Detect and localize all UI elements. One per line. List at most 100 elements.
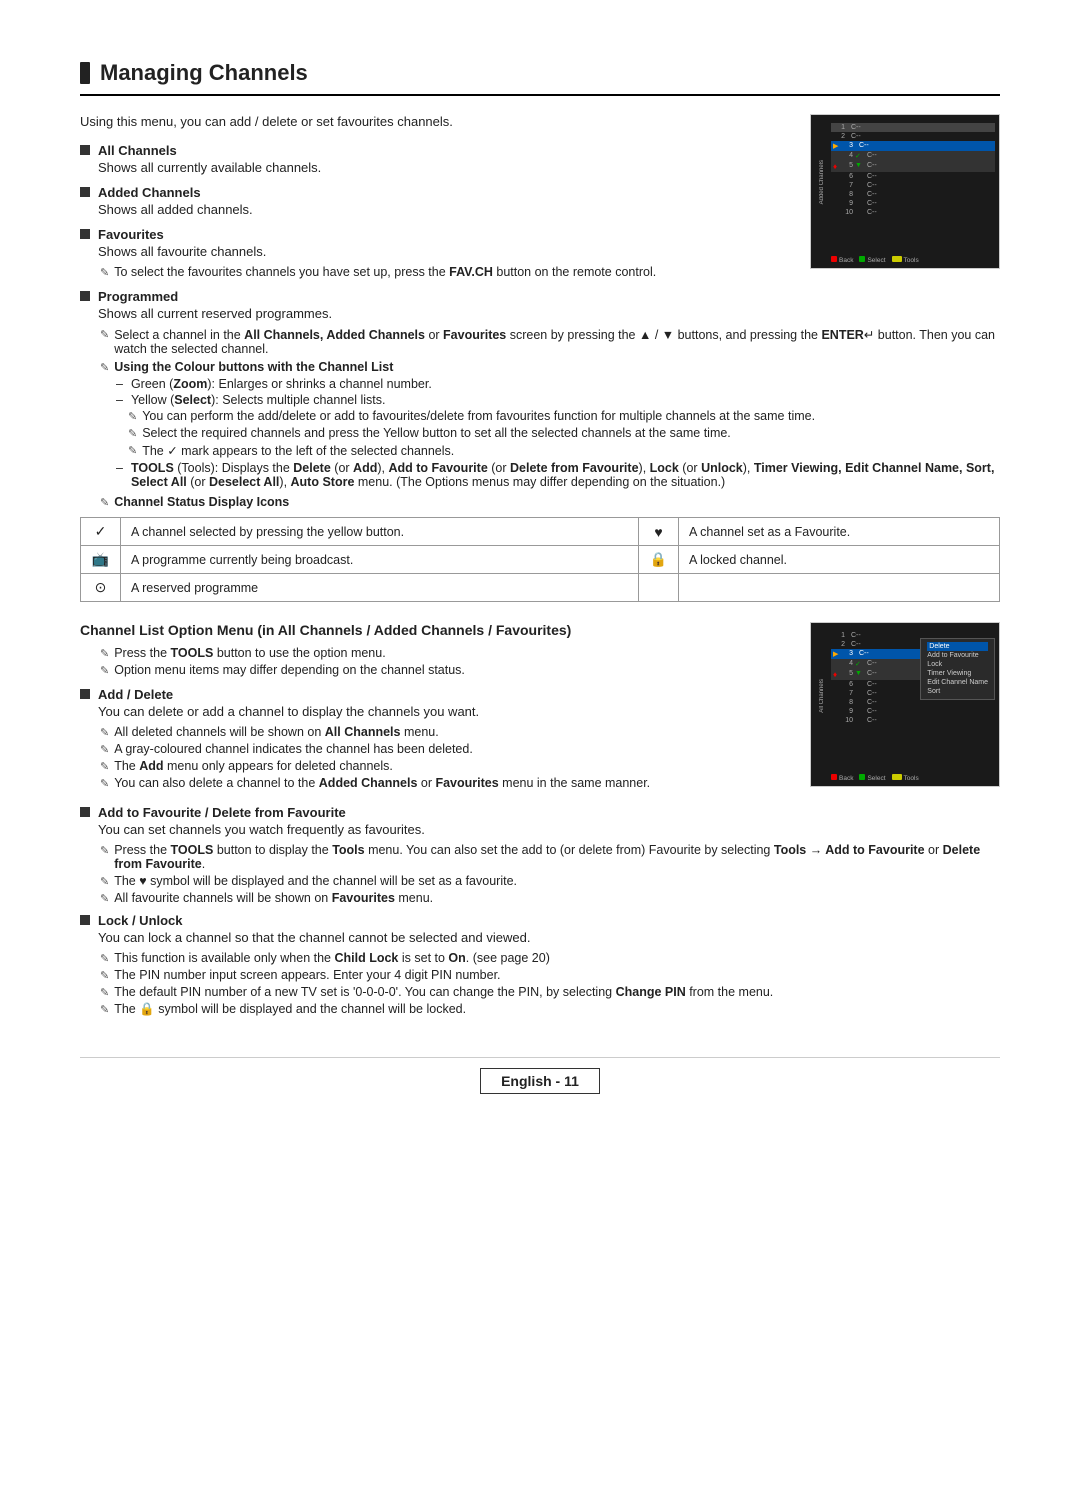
dash-yellow-text: Yellow (Select): Selects multiple channe… [131, 393, 386, 407]
yellow-note-text1: You can perform the add/delete or add to… [142, 409, 815, 423]
af-note-text3: All favourite channels will be shown on … [114, 891, 433, 905]
note-icon-ad1: ✎ [100, 726, 109, 739]
note-icon-colour: ✎ [100, 361, 109, 374]
tv1-ch-row-2: 2C-- [831, 132, 995, 141]
page-title: Managing Channels [80, 60, 1000, 96]
channel-status-header: ✎ Channel Status Display Icons [100, 495, 1000, 509]
page-container: Managing Channels Added Channels 1C-- 2C… [80, 60, 1000, 1094]
channel-status-title: Channel Status Display Icons [114, 495, 289, 509]
tv2-row-3-selected: ▶3C-- [831, 649, 923, 659]
af-note-text2: The ♥ symbol will be displayed and the c… [114, 874, 517, 888]
ad-note-text2: A gray-coloured channel indicates the ch… [114, 742, 473, 756]
prog-note-1: ✎ Select a channel in the All Channels, … [100, 327, 1000, 356]
page-label: English - 11 [480, 1068, 600, 1094]
status-desc-lock: A locked channel. [679, 546, 1000, 574]
tv2-row-5: ♦5▼C-- [831, 669, 923, 680]
tv2-row-1: 1C-- [831, 631, 923, 640]
lu-note-text3: The default PIN number of a new TV set i… [114, 985, 773, 999]
note-icon-ad4: ✎ [100, 777, 109, 790]
tv2-row-9: 9C-- [831, 707, 923, 716]
status-icon-clock: ⊙ [81, 574, 121, 602]
lock-unlock-icon [80, 915, 90, 925]
note-icon-y2: ✎ [128, 427, 137, 440]
yellow-note-text3: The ✓ mark appears to the left of the se… [142, 443, 454, 458]
status-empty-2 [679, 574, 1000, 602]
menu-item-delete: Delete [927, 642, 988, 651]
lock-unlock-header: Lock / Unlock [80, 913, 1000, 928]
menu-item-sort: Sort [927, 687, 988, 696]
menu-item-edit: Edit Channel Name [927, 678, 988, 687]
tv2-row-2: 2C-- [831, 640, 923, 649]
note-icon-ad3: ✎ [100, 760, 109, 773]
added-channels-header: Added Channels [80, 185, 790, 200]
tv1-ch-row-6: 6C-- [831, 172, 995, 181]
status-icon-tv: 📺 [81, 546, 121, 574]
status-icon-heart: ♥ [639, 518, 679, 546]
lu-note-4: ✎ The 🔒 symbol will be displayed and the… [100, 1002, 1000, 1017]
tv1-ch-row-4: 4✓C-- [831, 151, 995, 161]
status-desc-tv: A programme currently being broadcast. [121, 546, 639, 574]
lu-note-3: ✎ The default PIN number of a new TV set… [100, 985, 1000, 999]
lock-unlock-desc: You can lock a channel so that the chann… [98, 930, 1000, 945]
af-note-1: ✎ Press the TOOLS button to display the … [100, 843, 1000, 871]
tv2-row-7: 7C-- [831, 689, 923, 698]
tv2-row-4: 4✓C-- [831, 659, 923, 669]
note-icon-y3: ✎ [128, 444, 137, 457]
lock-unlock-title: Lock / Unlock [98, 913, 183, 928]
tv1-ch-row-9: 9C-- [831, 199, 995, 208]
favourites-icon [80, 229, 90, 239]
added-channels-title: Added Channels [98, 185, 201, 200]
status-row-2: 📺 A programme currently being broadcast.… [81, 546, 1000, 574]
tv2-row-8: 8C-- [831, 698, 923, 707]
status-icons-table: ✓ A channel selected by pressing the yel… [80, 517, 1000, 602]
lu-note-2: ✎ The PIN number input screen appears. E… [100, 968, 1000, 982]
clo-note-text1: Press the TOOLS button to use the option… [114, 646, 385, 660]
note-icon-ad2: ✎ [100, 743, 109, 756]
status-icon-check: ✓ [81, 518, 121, 546]
tv1-ch-row-8: 8C-- [831, 190, 995, 199]
dash-green: Green (Zoom): Enlarges or shrinks a chan… [116, 377, 1000, 391]
ad-note-2: ✎ A gray-coloured channel indicates the … [100, 742, 790, 756]
tv1-ch-row-3-selected: ▶3C-- [831, 141, 995, 151]
tv1-sidebar-label: Added Channels [819, 160, 825, 204]
title-text: Managing Channels [100, 60, 308, 86]
status-empty-1 [639, 574, 679, 602]
all-channels-icon [80, 145, 90, 155]
lu-note-1: ✎ This function is available only when t… [100, 951, 1000, 965]
lu-note-text4: The 🔒 symbol will be displayed and the c… [114, 1002, 466, 1017]
prog-note-text1: Select a channel in the All Channels, Ad… [114, 327, 1000, 356]
tv2-sidebar-label: All Channels [819, 679, 825, 713]
status-row-1: ✓ A channel selected by pressing the yel… [81, 518, 1000, 546]
tv2-bottom-bar: Back Select Tools [831, 774, 995, 782]
clo-note-2: ✎ Option menu items may differ depending… [100, 663, 790, 677]
ad-note-4: ✎ You can also delete a channel to the A… [100, 776, 790, 790]
added-channels-icon [80, 187, 90, 197]
tv-screenshot-1: Added Channels 1C-- 2C-- ▶3C-- 4✓C-- [810, 114, 1000, 269]
note-icon-status: ✎ [100, 496, 109, 509]
ad-note-text1: All deleted channels will be shown on Al… [114, 725, 438, 739]
status-icon-lock: 🔒 [639, 546, 679, 574]
clo-note-1: ✎ Press the TOOLS button to use the opti… [100, 646, 790, 660]
menu-item-add-fav: Add to Favourite [927, 651, 988, 660]
note-icon-prog1: ✎ [100, 328, 109, 341]
note-icon-lu4: ✎ [100, 1003, 109, 1016]
add-delete-header: Add / Delete [80, 687, 790, 702]
favourites-header: Favourites [80, 227, 790, 242]
note-icon-lu2: ✎ [100, 969, 109, 982]
note-icon-lu3: ✎ [100, 986, 109, 999]
menu-item-lock: Lock [927, 660, 988, 669]
programmed-icon [80, 291, 90, 301]
fav-note-1: ✎ To select the favourites channels you … [100, 265, 790, 279]
programmed-header: Programmed [80, 289, 1000, 304]
ad-note-1: ✎ All deleted channels will be shown on … [100, 725, 790, 739]
all-channels-title: All Channels [98, 143, 177, 158]
note-icon-af3: ✎ [100, 892, 109, 905]
dash-tools-text: TOOLS (Tools): Displays the Delete (or A… [131, 461, 1000, 489]
note-icon-y1: ✎ [128, 410, 137, 423]
add-delete-icon [80, 689, 90, 699]
tv-screenshot-2: All Channels 1C-- 2C-- ▶3C-- 4✓C-- [810, 622, 1000, 787]
using-colour-header: ✎ Using the Colour buttons with the Chan… [100, 360, 1000, 374]
ad-note-text3: The Add menu only appears for deleted ch… [114, 759, 393, 773]
status-desc-clock: A reserved programme [121, 574, 639, 602]
footer: English - 11 [80, 1057, 1000, 1094]
